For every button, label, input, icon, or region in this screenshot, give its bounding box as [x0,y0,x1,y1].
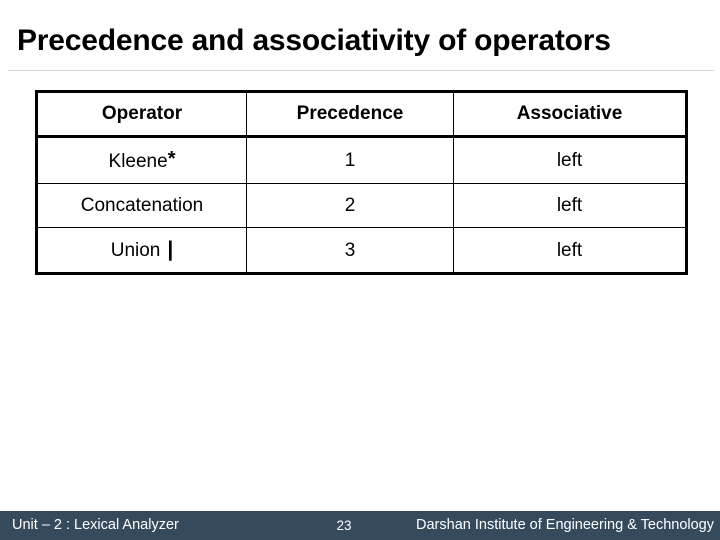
slide-footer: Unit – 2 : Lexical Analyzer 23 Darshan I… [0,511,720,540]
table-row: Union | 3 left [36,227,687,274]
footer-page-number: 23 [336,518,352,533]
footer-unit-label: Unit – 2 : Lexical Analyzer [12,517,179,533]
page-title: Precedence and associativity of operator… [17,24,611,57]
table-row: Kleene* 1 left [36,136,687,184]
table-row: Concatenation 2 left [36,183,687,228]
cell-associative: left [453,136,687,184]
cell-associative: left [453,183,687,228]
operator-name: Concatenation [80,195,204,216]
cell-operator: Kleene* [36,136,247,184]
column-header-associative: Associative [453,91,687,138]
title-divider [8,70,714,71]
cell-precedence: 2 [246,183,454,228]
column-header-operator: Operator [36,91,247,138]
column-header-precedence: Precedence [246,91,454,138]
cell-precedence: 1 [246,136,454,184]
cell-operator: Concatenation [36,183,247,228]
kleene-star-symbol: * [167,148,176,170]
operator-name: Union [110,240,161,261]
operator-precedence-table: Operator Precedence Associative Kleene* … [35,90,688,275]
table-header-row: Operator Precedence Associative [36,91,687,138]
footer-institute-label: Darshan Institute of Engineering & Techn… [416,517,714,533]
cell-operator: Union | [36,227,247,274]
union-pipe-symbol: | [167,238,174,261]
operator-name: Kleene [108,151,168,172]
cell-precedence: 3 [246,227,454,274]
cell-associative: left [453,227,687,274]
